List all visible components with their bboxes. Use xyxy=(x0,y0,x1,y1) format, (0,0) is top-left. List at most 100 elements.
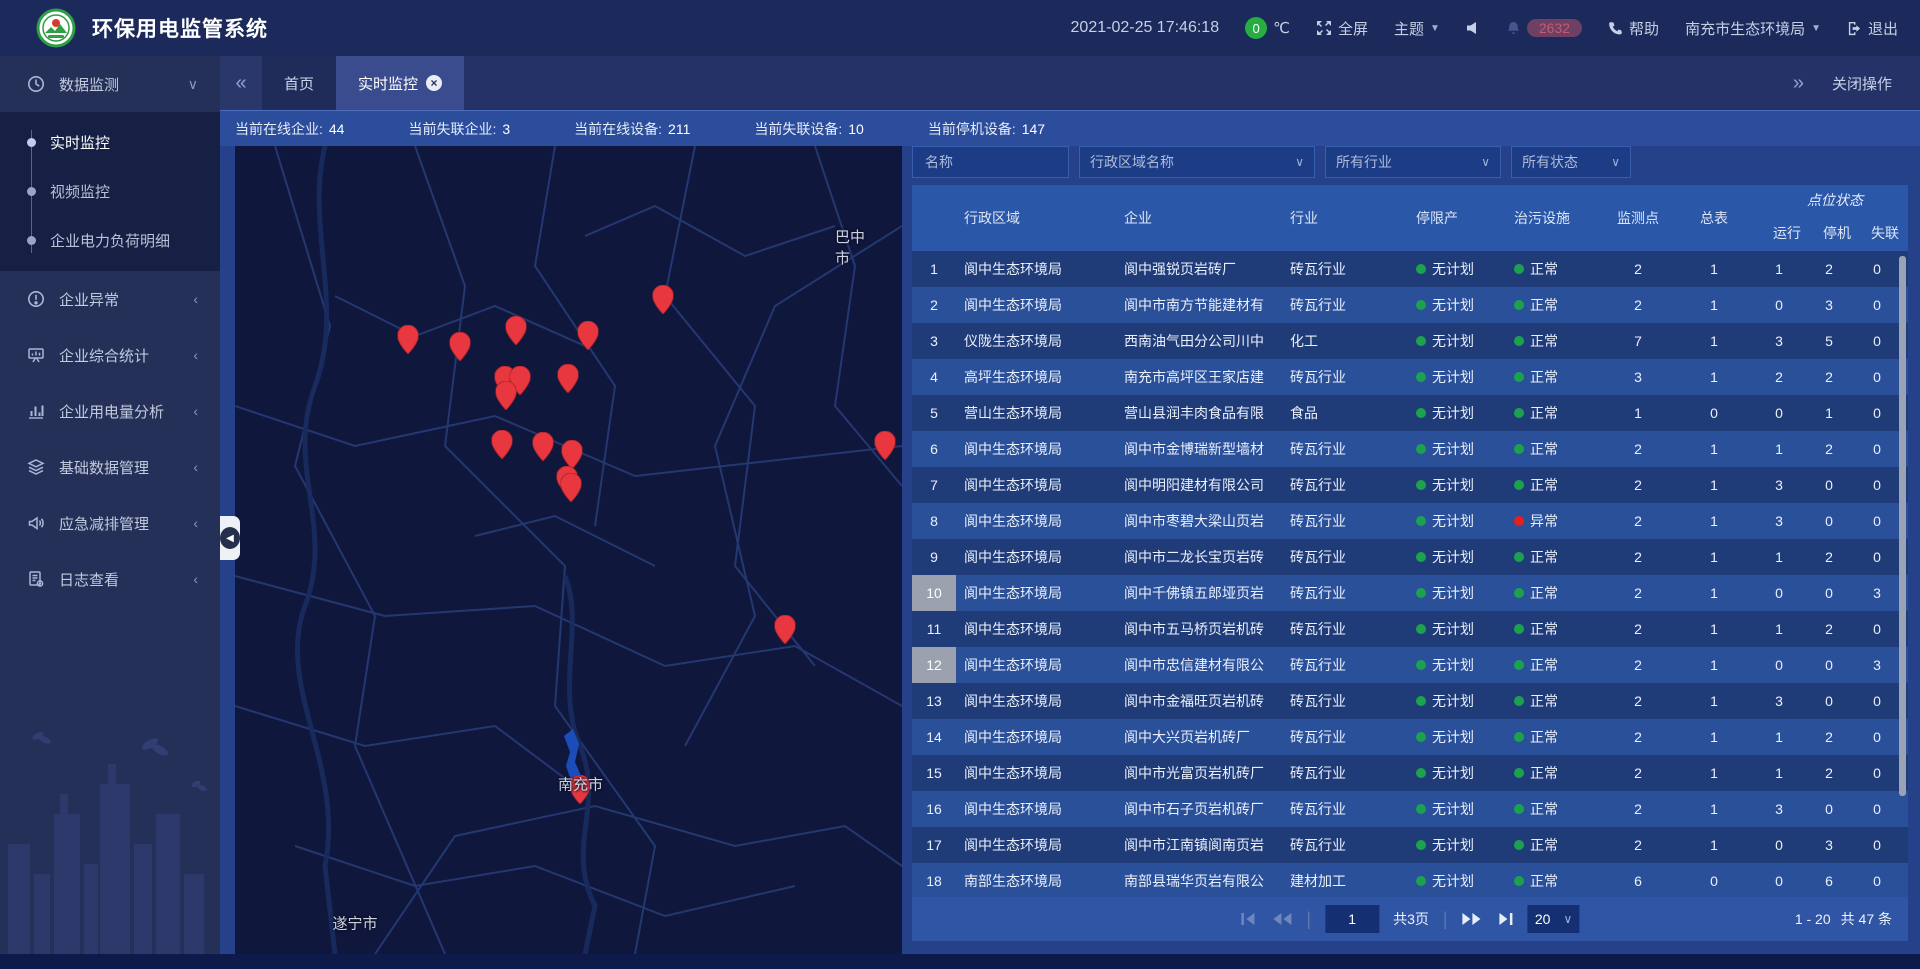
cell-running: 3 xyxy=(1754,503,1804,539)
cell-facility-status: 正常 xyxy=(1506,827,1602,863)
map-pin-icon[interactable] xyxy=(653,285,674,319)
table-row[interactable]: 2阆中生态环境局阆中市南方节能建材有砖瓦行业无计划正常21030 xyxy=(912,287,1908,323)
map-pin-icon[interactable] xyxy=(495,381,516,415)
bottom-strip xyxy=(0,954,1920,969)
map-pin-icon[interactable] xyxy=(533,432,554,466)
table-row[interactable]: 15阆中生态环境局阆中市光富页岩机砖厂砖瓦行业无计划正常21120 xyxy=(912,755,1908,791)
sidebar-item-5[interactable]: 基础数据管理‹ xyxy=(0,439,220,495)
map-pin-icon[interactable] xyxy=(505,316,526,350)
header-cell[interactable]: 行政区域 xyxy=(956,185,1116,251)
sidebar-item-4[interactable]: 企业用电量分析‹ xyxy=(0,383,220,439)
cell-rowno: 9 xyxy=(912,539,956,575)
stats-board-icon xyxy=(27,346,45,364)
monitor-icon xyxy=(27,75,45,93)
name-search-field[interactable] xyxy=(912,146,1069,178)
header-cell[interactable]: 行业 xyxy=(1282,185,1408,251)
table-row[interactable]: 11阆中生态环境局阆中市五马桥页岩机砖砖瓦行业无计划正常21120 xyxy=(912,611,1908,647)
table-row[interactable]: 14阆中生态环境局阆中大兴页岩机砖厂砖瓦行业无计划正常21120 xyxy=(912,719,1908,755)
previous-page-button[interactable] xyxy=(1272,912,1292,926)
table-row[interactable]: 9阆中生态环境局阆中市二龙长宝页岩砖砖瓦行业无计划正常21120 xyxy=(912,539,1908,575)
logout-button[interactable]: 退出 xyxy=(1847,18,1898,39)
map-pin-icon[interactable] xyxy=(875,431,896,465)
map-pin-icon[interactable] xyxy=(577,321,598,355)
fullscreen-button[interactable]: 全屏 xyxy=(1316,18,1368,39)
last-page-button[interactable] xyxy=(1496,912,1514,926)
table-row[interactable]: 8阆中生态环境局阆中市枣碧大梁山页岩砖瓦行业无计划异常21300 xyxy=(912,503,1908,539)
notifications[interactable]: 2632 xyxy=(1506,19,1582,37)
tabs-scroll-left-button[interactable]: « xyxy=(220,56,262,110)
map-pin-icon[interactable] xyxy=(449,332,470,366)
cell-company: 阆中市枣碧大梁山页岩 xyxy=(1116,503,1282,539)
status-select[interactable]: 所有状态 ∨ xyxy=(1511,146,1631,178)
org-menu[interactable]: 南充市生态环境局 ▼ xyxy=(1685,18,1821,39)
table-row[interactable]: 13阆中生态环境局阆中市金福旺页岩机砖砖瓦行业无计划正常21300 xyxy=(912,683,1908,719)
sidebar-item-2[interactable]: 企业异常‹ xyxy=(0,271,220,327)
table-row[interactable]: 12阆中生态环境局阆中市忠信建材有限公砖瓦行业无计划正常21003 xyxy=(912,647,1908,683)
map-pin-icon[interactable] xyxy=(557,364,578,398)
sidebar-item-label: 基础数据管理 xyxy=(59,457,149,478)
map-city-label: 巴中市 xyxy=(835,226,880,268)
table-scrollbar[interactable] xyxy=(1899,256,1906,796)
map-pin-icon[interactable] xyxy=(561,473,582,507)
table-row[interactable]: 7阆中生态环境局阆中明阳建材有限公司砖瓦行业无计划正常21300 xyxy=(912,467,1908,503)
sidebar-subitem[interactable]: 实时监控 xyxy=(0,118,220,167)
theme-menu[interactable]: 主题 ▼ xyxy=(1394,18,1440,39)
map-pin-icon[interactable] xyxy=(397,325,418,359)
industry-select[interactable]: 所有行业 ∨ xyxy=(1325,146,1501,178)
stat-value: 147 xyxy=(1022,121,1045,137)
close-tab-icon[interactable]: × xyxy=(426,75,442,91)
first-page-button[interactable] xyxy=(1240,912,1258,926)
close-operations-menu[interactable]: 关闭操作 xyxy=(1832,73,1892,94)
status-dot-icon xyxy=(1416,552,1426,562)
submenu-dot-icon xyxy=(27,236,36,245)
header-cell[interactable]: 治污设施 xyxy=(1506,185,1602,251)
tab-home[interactable]: 首页 xyxy=(262,56,336,110)
header-cell[interactable]: 监测点 xyxy=(1602,185,1674,251)
cell-district: 阆中生态环境局 xyxy=(956,611,1116,647)
sidebar-item-6[interactable]: 应急减排管理‹ xyxy=(0,495,220,551)
sidebar-item-7[interactable]: 日志查看‹ xyxy=(0,551,220,607)
sidebar-subitem-label: 企业电力负荷明细 xyxy=(50,230,170,251)
cell-offline: 0 xyxy=(1854,251,1900,287)
region-select-value: 行政区域名称 xyxy=(1090,152,1174,172)
help-button[interactable]: 帮助 xyxy=(1608,18,1659,39)
cell-points: 2 xyxy=(1602,755,1674,791)
header-cell[interactable]: 运行 xyxy=(1762,215,1812,251)
cell-limit-status: 无计划 xyxy=(1408,323,1506,359)
tabs-scroll-right-button[interactable]: » xyxy=(1793,72,1804,95)
sidebar-collapse-button[interactable]: ◀ xyxy=(220,516,240,560)
tab-realtime-monitor[interactable]: 实时监控 × xyxy=(336,56,464,110)
map-pin-icon[interactable] xyxy=(775,615,796,649)
header-cell[interactable]: 停机 xyxy=(1812,215,1862,251)
sidebar-item-1[interactable]: 数据监测∨ xyxy=(0,56,220,112)
page-size-select[interactable]: 20 ∨ xyxy=(1528,905,1580,933)
sidebar-subitem[interactable]: 企业电力负荷明细 xyxy=(0,216,220,265)
table-row[interactable]: 18南部生态环境局南部县瑞华页岩有限公建材加工无计划正常60060 xyxy=(912,863,1908,897)
next-page-button[interactable] xyxy=(1462,912,1482,926)
mute-button[interactable] xyxy=(1466,21,1480,35)
region-select[interactable]: 行政区域名称 ∨ xyxy=(1079,146,1315,178)
cell-running: 1 xyxy=(1754,251,1804,287)
table-row[interactable]: 4高坪生态环境局南充市高坪区王家店建砖瓦行业无计划正常31220 xyxy=(912,359,1908,395)
cell-points: 2 xyxy=(1602,467,1674,503)
name-search-input[interactable] xyxy=(923,153,1058,171)
map-panel[interactable]: 巴中市南充市遂宁市 xyxy=(235,146,902,954)
table-row[interactable]: 5营山生态环境局营山县润丰肉食品有限食品无计划正常10010 xyxy=(912,395,1908,431)
cell-company: 阆中市五马桥页岩机砖 xyxy=(1116,611,1282,647)
sidebar-item-3[interactable]: 企业综合统计‹ xyxy=(0,327,220,383)
table-row[interactable]: 1阆中生态环境局阆中强锐页岩砖厂砖瓦行业无计划正常21120 xyxy=(912,251,1908,287)
table-row[interactable]: 3仪陇生态环境局西南油气田分公司川中化工无计划正常71350 xyxy=(912,323,1908,359)
page-number-input[interactable]: 1 xyxy=(1325,905,1379,933)
header-cell[interactable]: 失联 xyxy=(1862,215,1908,251)
table-row[interactable]: 6阆中生态环境局阆中市金博瑞新型墙材砖瓦行业无计划正常21120 xyxy=(912,431,1908,467)
table-row[interactable]: 10阆中生态环境局阆中千佛镇五郎垭页岩砖瓦行业无计划正常21003 xyxy=(912,575,1908,611)
sidebar-subitem[interactable]: 视频监控 xyxy=(0,167,220,216)
header-cell[interactable]: 企业 xyxy=(1116,185,1282,251)
table-row[interactable]: 17阆中生态环境局阆中市江南镇阆南页岩砖瓦行业无计划正常21030 xyxy=(912,827,1908,863)
header-cell[interactable]: 总表 xyxy=(1674,185,1754,251)
status-dot-icon xyxy=(1416,660,1426,670)
header-cell[interactable]: 停限产 xyxy=(1408,185,1506,251)
cell-company: 阆中市石子页岩机砖厂 xyxy=(1116,791,1282,827)
map-pin-icon[interactable] xyxy=(491,430,512,464)
table-row[interactable]: 16阆中生态环境局阆中市石子页岩机砖厂砖瓦行业无计划正常21300 xyxy=(912,791,1908,827)
